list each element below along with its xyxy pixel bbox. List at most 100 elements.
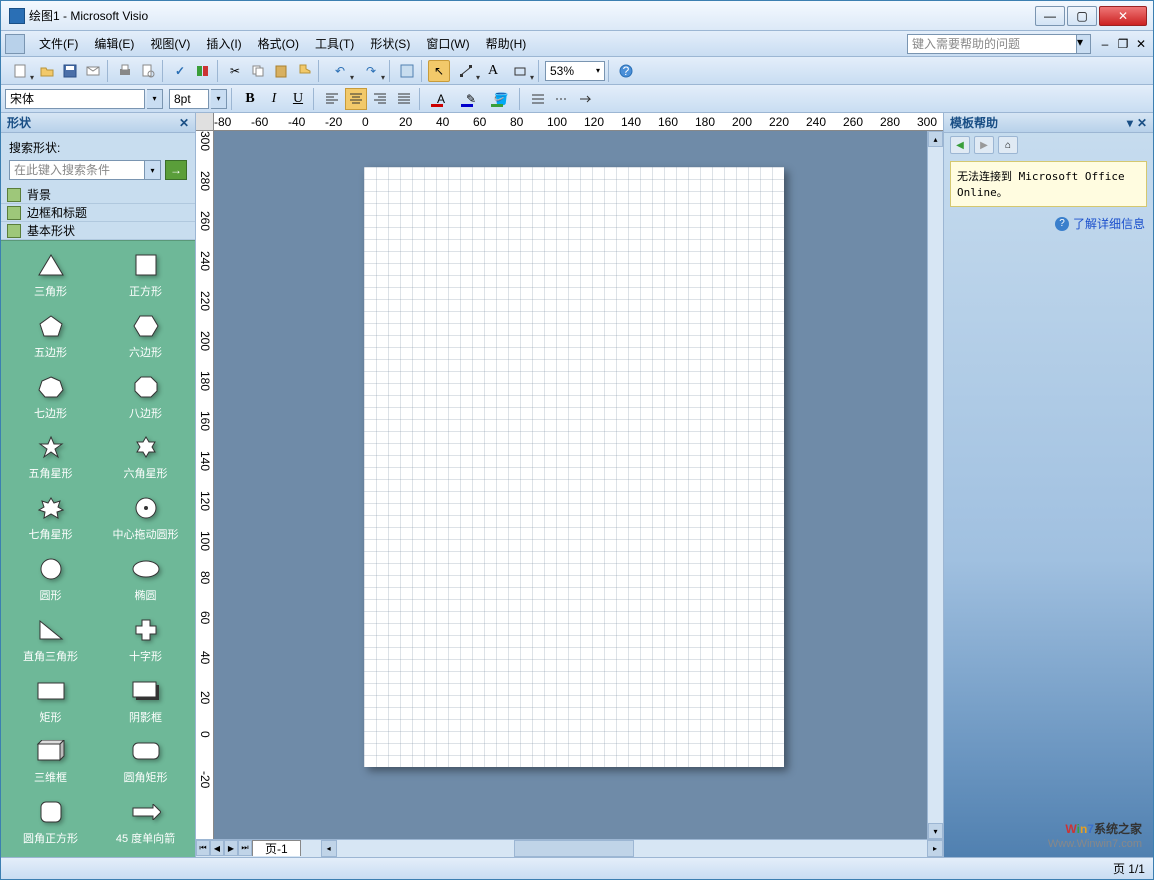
help-pane-close-icon[interactable]: ✕ [1137, 116, 1147, 130]
new-button[interactable] [5, 60, 35, 82]
print-button[interactable] [114, 60, 136, 82]
shapes-pane-close-icon[interactable]: ✕ [179, 116, 189, 130]
shape-cross[interactable]: 十字形 [98, 610, 193, 671]
print-preview-button[interactable] [137, 60, 159, 82]
shape-pentagon[interactable]: 五边形 [3, 306, 98, 367]
menu-help[interactable]: 帮助(H) [478, 33, 535, 54]
menu-tools[interactable]: 工具(T) [307, 33, 362, 54]
align-right-button[interactable] [369, 88, 391, 110]
zoom-combo[interactable]: 53%▾ [545, 61, 605, 81]
search-dropdown[interactable]: ▾ [145, 160, 161, 180]
font-color-button[interactable]: A [427, 88, 455, 110]
save-button[interactable] [59, 60, 81, 82]
doc-close-button[interactable]: ✕ [1133, 36, 1149, 52]
shape-center-drag-circle[interactable]: 中心拖动圆形 [98, 488, 193, 549]
shape-shadow-box[interactable]: 阴影框 [98, 671, 193, 732]
align-justify-button[interactable] [393, 88, 415, 110]
research-button[interactable] [192, 60, 214, 82]
paste-button[interactable] [270, 60, 292, 82]
align-center-button[interactable] [345, 88, 367, 110]
menu-insert[interactable]: 插入(I) [198, 33, 249, 54]
copy-button[interactable] [247, 60, 269, 82]
help-pane-dropdown-icon[interactable]: ▾ [1127, 116, 1133, 130]
horizontal-ruler[interactable]: -80-60-40-200204060801001201401601802002… [214, 113, 943, 130]
menu-format[interactable]: 格式(O) [250, 33, 307, 54]
search-go-button[interactable]: → [165, 160, 187, 180]
search-input[interactable]: 在此键入搜索条件 [9, 160, 145, 180]
shape-square[interactable]: 正方形 [98, 245, 193, 306]
font-combo[interactable]: 宋体 [5, 89, 145, 109]
shape-heptagon[interactable]: 七边形 [3, 367, 98, 428]
shape-octagon[interactable]: 八边形 [98, 367, 193, 428]
menu-window[interactable]: 窗口(W) [418, 33, 477, 54]
italic-button[interactable]: I [263, 88, 285, 110]
underline-button[interactable]: U [287, 88, 309, 110]
font-dropdown[interactable]: ▾ [147, 89, 163, 109]
tab-last-button[interactable]: ⏭ [238, 840, 252, 856]
tab-first-button[interactable]: ⏮ [196, 840, 210, 856]
font-size-combo[interactable]: 8pt [169, 89, 209, 109]
shape-rounded-rect[interactable]: 圆角矩形 [98, 731, 193, 792]
line-weight-button[interactable] [527, 88, 549, 110]
shape-hexagon[interactable]: 六边形 [98, 306, 193, 367]
help-button[interactable]: ? [615, 60, 637, 82]
cut-button[interactable]: ✂ [224, 60, 246, 82]
drawing-tools-button[interactable] [505, 60, 535, 82]
shape-right-triangle[interactable]: 直角三角形 [3, 610, 98, 671]
help-search-box[interactable]: 键入需要帮助的问题 [907, 34, 1077, 54]
fill-color-button[interactable]: 🪣 [487, 88, 515, 110]
stencil-borders[interactable]: 边框和标题 [1, 204, 195, 222]
maximize-button[interactable]: ▢ [1067, 6, 1097, 26]
shape-ellipse[interactable]: 椭圆 [98, 549, 193, 610]
doc-restore-button[interactable]: ❐ [1115, 36, 1131, 52]
close-button[interactable]: ✕ [1099, 6, 1147, 26]
open-button[interactable] [36, 60, 58, 82]
font-size-dropdown[interactable]: ▾ [211, 89, 227, 109]
page-tab[interactable]: 页-1 [252, 840, 301, 856]
minimize-button[interactable]: — [1035, 6, 1065, 26]
spelling-button[interactable]: ✓ [169, 60, 191, 82]
shape-rounded-square[interactable]: 圆角正方形 [3, 792, 98, 853]
shape-3d-box[interactable]: 三维框 [3, 731, 98, 792]
tab-prev-button[interactable]: ◀ [210, 840, 224, 856]
line-ends-button[interactable] [575, 88, 597, 110]
stencil-background[interactable]: 背景 [1, 186, 195, 204]
shape-7star[interactable]: 七角星形 [3, 488, 98, 549]
menu-file[interactable]: 文件(F) [31, 33, 86, 54]
tab-next-button[interactable]: ▶ [224, 840, 238, 856]
align-left-button[interactable] [321, 88, 343, 110]
line-pattern-button[interactable] [551, 88, 573, 110]
vertical-scrollbar[interactable]: ▴▾ [927, 131, 943, 839]
doc-minimize-button[interactable]: – [1097, 36, 1113, 52]
shapes-window-button[interactable] [396, 60, 418, 82]
menu-edit[interactable]: 编辑(E) [86, 33, 142, 54]
help-home-button[interactable]: ⌂ [998, 136, 1018, 154]
format-painter-button[interactable] [293, 60, 315, 82]
help-back-button[interactable]: ◀ [950, 136, 970, 154]
text-tool-button[interactable]: A [482, 60, 504, 82]
pointer-tool-button[interactable]: ↖ [428, 60, 450, 82]
line-color-button[interactable]: ✎ [457, 88, 485, 110]
undo-button[interactable]: ↶ [325, 60, 355, 82]
system-menu-icon[interactable] [5, 34, 25, 54]
stencil-basic-shapes[interactable]: 基本形状 [1, 222, 195, 240]
email-button[interactable] [82, 60, 104, 82]
redo-button[interactable]: ↷ [356, 60, 386, 82]
horizontal-scrollbar[interactable]: ◂▸ [321, 840, 943, 857]
shape-circle[interactable]: 圆形 [3, 549, 98, 610]
shape-rectangle[interactable]: 矩形 [3, 671, 98, 732]
menu-view[interactable]: 视图(V) [142, 33, 198, 54]
connector-tool-button[interactable] [451, 60, 481, 82]
shape-45-arrow[interactable]: 45 度单向箭 [98, 792, 193, 853]
help-forward-button[interactable]: ▶ [974, 136, 994, 154]
shape-5star[interactable]: 五角星形 [3, 427, 98, 488]
vertical-ruler[interactable]: 3002802602402202001801601401201008060402… [196, 131, 214, 839]
help-details-link[interactable]: ? 了解详细信息 [944, 211, 1153, 236]
bold-button[interactable]: B [239, 88, 261, 110]
help-search-dropdown[interactable]: ▾ [1077, 34, 1091, 54]
shape-triangle[interactable]: 三角形 [3, 245, 98, 306]
menu-shape[interactable]: 形状(S) [362, 33, 418, 54]
drawing-page[interactable] [364, 167, 784, 767]
shape-6star[interactable]: 六角星形 [98, 427, 193, 488]
canvas[interactable] [214, 131, 927, 839]
